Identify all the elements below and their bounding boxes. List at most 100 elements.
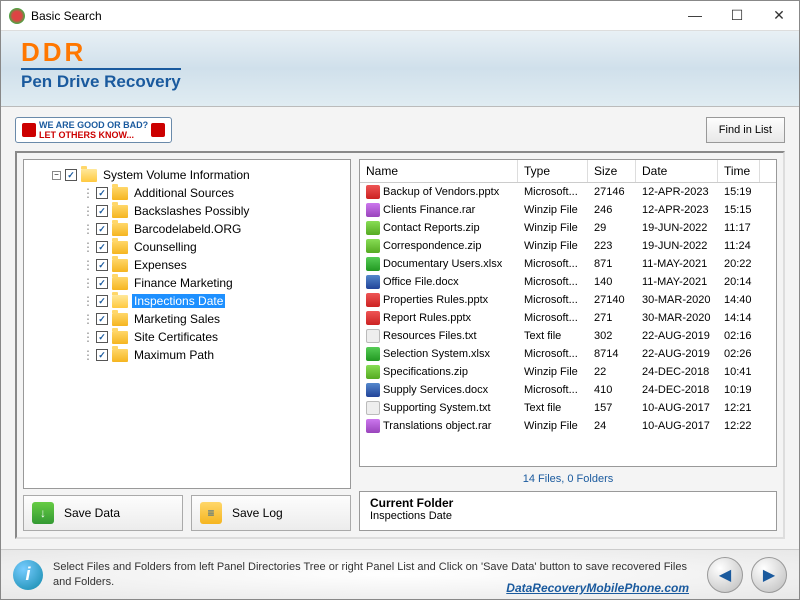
directory-tree-panel: −✓System Volume Information⋮✓Additional … [23, 159, 351, 489]
tree-child-node[interactable]: ⋮✓Finance Marketing [28, 274, 346, 292]
file-name-cell: Translations object.rar [360, 418, 518, 434]
file-name-cell: Supporting System.txt [360, 400, 518, 416]
file-type-cell: Microsoft... [518, 257, 588, 271]
file-size-cell: 27140 [588, 293, 636, 307]
file-time-cell: 12:22 [718, 419, 760, 433]
tree-node-label: Maximum Path [132, 348, 216, 362]
file-row[interactable]: Report Rules.pptx Microsoft... 271 30-MA… [360, 309, 776, 327]
tree-child-node[interactable]: ⋮✓Additional Sources [28, 184, 346, 202]
checkbox[interactable]: ✓ [96, 349, 108, 361]
tree-child-node[interactable]: ⋮✓Inspections Date [28, 292, 346, 310]
folder-icon [112, 295, 128, 308]
file-row[interactable]: Resources Files.txt Text file 302 22-AUG… [360, 327, 776, 345]
header-size[interactable]: Size [588, 160, 636, 182]
folder-icon [112, 349, 128, 362]
header-type[interactable]: Type [518, 160, 588, 182]
folder-icon [112, 313, 128, 326]
file-time-cell: 11:17 [718, 221, 760, 235]
directory-tree[interactable]: −✓System Volume Information⋮✓Additional … [24, 160, 350, 488]
expander-icon[interactable]: − [52, 171, 61, 180]
file-type-cell: Microsoft... [518, 311, 588, 325]
checkbox[interactable]: ✓ [96, 277, 108, 289]
tree-child-node[interactable]: ⋮✓Counselling [28, 238, 346, 256]
file-type-icon [366, 401, 380, 415]
file-type-cell: Winzip File [518, 239, 588, 253]
file-date-cell: 30-MAR-2020 [636, 311, 718, 325]
save-log-label: Save Log [232, 506, 283, 520]
file-row[interactable]: Specifications.zip Winzip File 22 24-DEC… [360, 363, 776, 381]
file-time-cell: 11:24 [718, 239, 760, 253]
checkbox[interactable]: ✓ [96, 205, 108, 217]
tree-child-node[interactable]: ⋮✓Barcodelabeld.ORG [28, 220, 346, 238]
file-type-cell: Microsoft... [518, 347, 588, 361]
file-row[interactable]: Correspondence.zip Winzip File 223 19-JU… [360, 237, 776, 255]
file-row[interactable]: Documentary Users.xlsx Microsoft... 871 … [360, 255, 776, 273]
tree-child-node[interactable]: ⋮✓Expenses [28, 256, 346, 274]
file-date-cell: 22-AUG-2019 [636, 329, 718, 343]
file-row[interactable]: Office File.docx Microsoft... 140 11-MAY… [360, 273, 776, 291]
file-type-cell: Winzip File [518, 203, 588, 217]
file-size-cell: 24 [588, 419, 636, 433]
file-name-cell: Properties Rules.pptx [360, 292, 518, 308]
tree-child-node[interactable]: ⋮✓Site Certificates [28, 328, 346, 346]
checkbox[interactable]: ✓ [96, 259, 108, 271]
checkbox[interactable]: ✓ [96, 241, 108, 253]
checkbox[interactable]: ✓ [65, 169, 77, 181]
checkbox[interactable]: ✓ [96, 331, 108, 343]
right-column: Name Type Size Date Time Backup of Vendo… [359, 159, 777, 531]
file-row[interactable]: Backup of Vendors.pptx Microsoft... 2714… [360, 183, 776, 201]
file-row[interactable]: Supply Services.docx Microsoft... 410 24… [360, 381, 776, 399]
file-row[interactable]: Clients Finance.rar Winzip File 246 12-A… [360, 201, 776, 219]
file-type-cell: Winzip File [518, 221, 588, 235]
footer-site-link[interactable]: DataRecoveryMobilePhone.com [506, 581, 689, 595]
back-button[interactable]: ◀ [707, 557, 743, 593]
file-row[interactable]: Contact Reports.zip Winzip File 29 19-JU… [360, 219, 776, 237]
save-log-button[interactable]: Save Log [191, 495, 351, 531]
folder-icon [112, 241, 128, 254]
file-time-cell: 02:26 [718, 347, 760, 361]
tree-child-node[interactable]: ⋮✓Marketing Sales [28, 310, 346, 328]
file-name-cell: Resources Files.txt [360, 328, 518, 344]
file-type-icon [366, 239, 380, 253]
feedback-line2: LET OTHERS KNOW... [39, 130, 134, 140]
checkbox[interactable]: ✓ [96, 313, 108, 325]
file-date-cell: 10-AUG-2017 [636, 401, 718, 415]
tree-root-node[interactable]: −✓System Volume Information [28, 166, 346, 184]
tree-node-label: Inspections Date [132, 294, 225, 308]
file-size-cell: 871 [588, 257, 636, 271]
file-size-cell: 271 [588, 311, 636, 325]
file-type-icon [366, 293, 380, 307]
header-date[interactable]: Date [636, 160, 718, 182]
nav-buttons: ◀ ▶ [707, 557, 787, 593]
checkbox[interactable]: ✓ [96, 187, 108, 199]
file-row[interactable]: Selection System.xlsx Microsoft... 8714 … [360, 345, 776, 363]
find-in-list-button[interactable]: Find in List [706, 117, 785, 143]
file-name-cell: Clients Finance.rar [360, 202, 518, 218]
tree-node-label: Barcodelabeld.ORG [132, 222, 243, 236]
minimize-button[interactable]: — [683, 7, 707, 24]
file-time-cell: 14:14 [718, 311, 760, 325]
file-row[interactable]: Properties Rules.pptx Microsoft... 27140… [360, 291, 776, 309]
file-list-header: Name Type Size Date Time [360, 160, 776, 183]
brand-subtitle: Pen Drive Recovery [21, 68, 181, 92]
window-controls: — ☐ ✕ [683, 7, 791, 24]
checkbox[interactable]: ✓ [96, 223, 108, 235]
close-button[interactable]: ✕ [767, 7, 791, 24]
checkbox[interactable]: ✓ [96, 295, 108, 307]
toolbar: WE ARE GOOD OR BAD? LET OTHERS KNOW... F… [15, 117, 785, 143]
header-time[interactable]: Time [718, 160, 760, 182]
content-area: WE ARE GOOD OR BAD? LET OTHERS KNOW... F… [1, 107, 799, 549]
titlebar: Basic Search — ☐ ✕ [1, 1, 799, 31]
maximize-button[interactable]: ☐ [725, 7, 749, 24]
file-row[interactable]: Translations object.rar Winzip File 24 1… [360, 417, 776, 435]
forward-button[interactable]: ▶ [751, 557, 787, 593]
feedback-button[interactable]: WE ARE GOOD OR BAD? LET OTHERS KNOW... [15, 117, 172, 143]
tree-child-node[interactable]: ⋮✓Backslashes Possibly [28, 202, 346, 220]
footer: i Select Files and Folders from left Pan… [1, 549, 799, 599]
tree-child-node[interactable]: ⋮✓Maximum Path [28, 346, 346, 364]
file-row[interactable]: Supporting System.txt Text file 157 10-A… [360, 399, 776, 417]
header-name[interactable]: Name [360, 160, 518, 182]
tree-node-label: Expenses [132, 258, 189, 272]
file-list-body[interactable]: Backup of Vendors.pptx Microsoft... 2714… [360, 183, 776, 466]
save-data-button[interactable]: Save Data [23, 495, 183, 531]
